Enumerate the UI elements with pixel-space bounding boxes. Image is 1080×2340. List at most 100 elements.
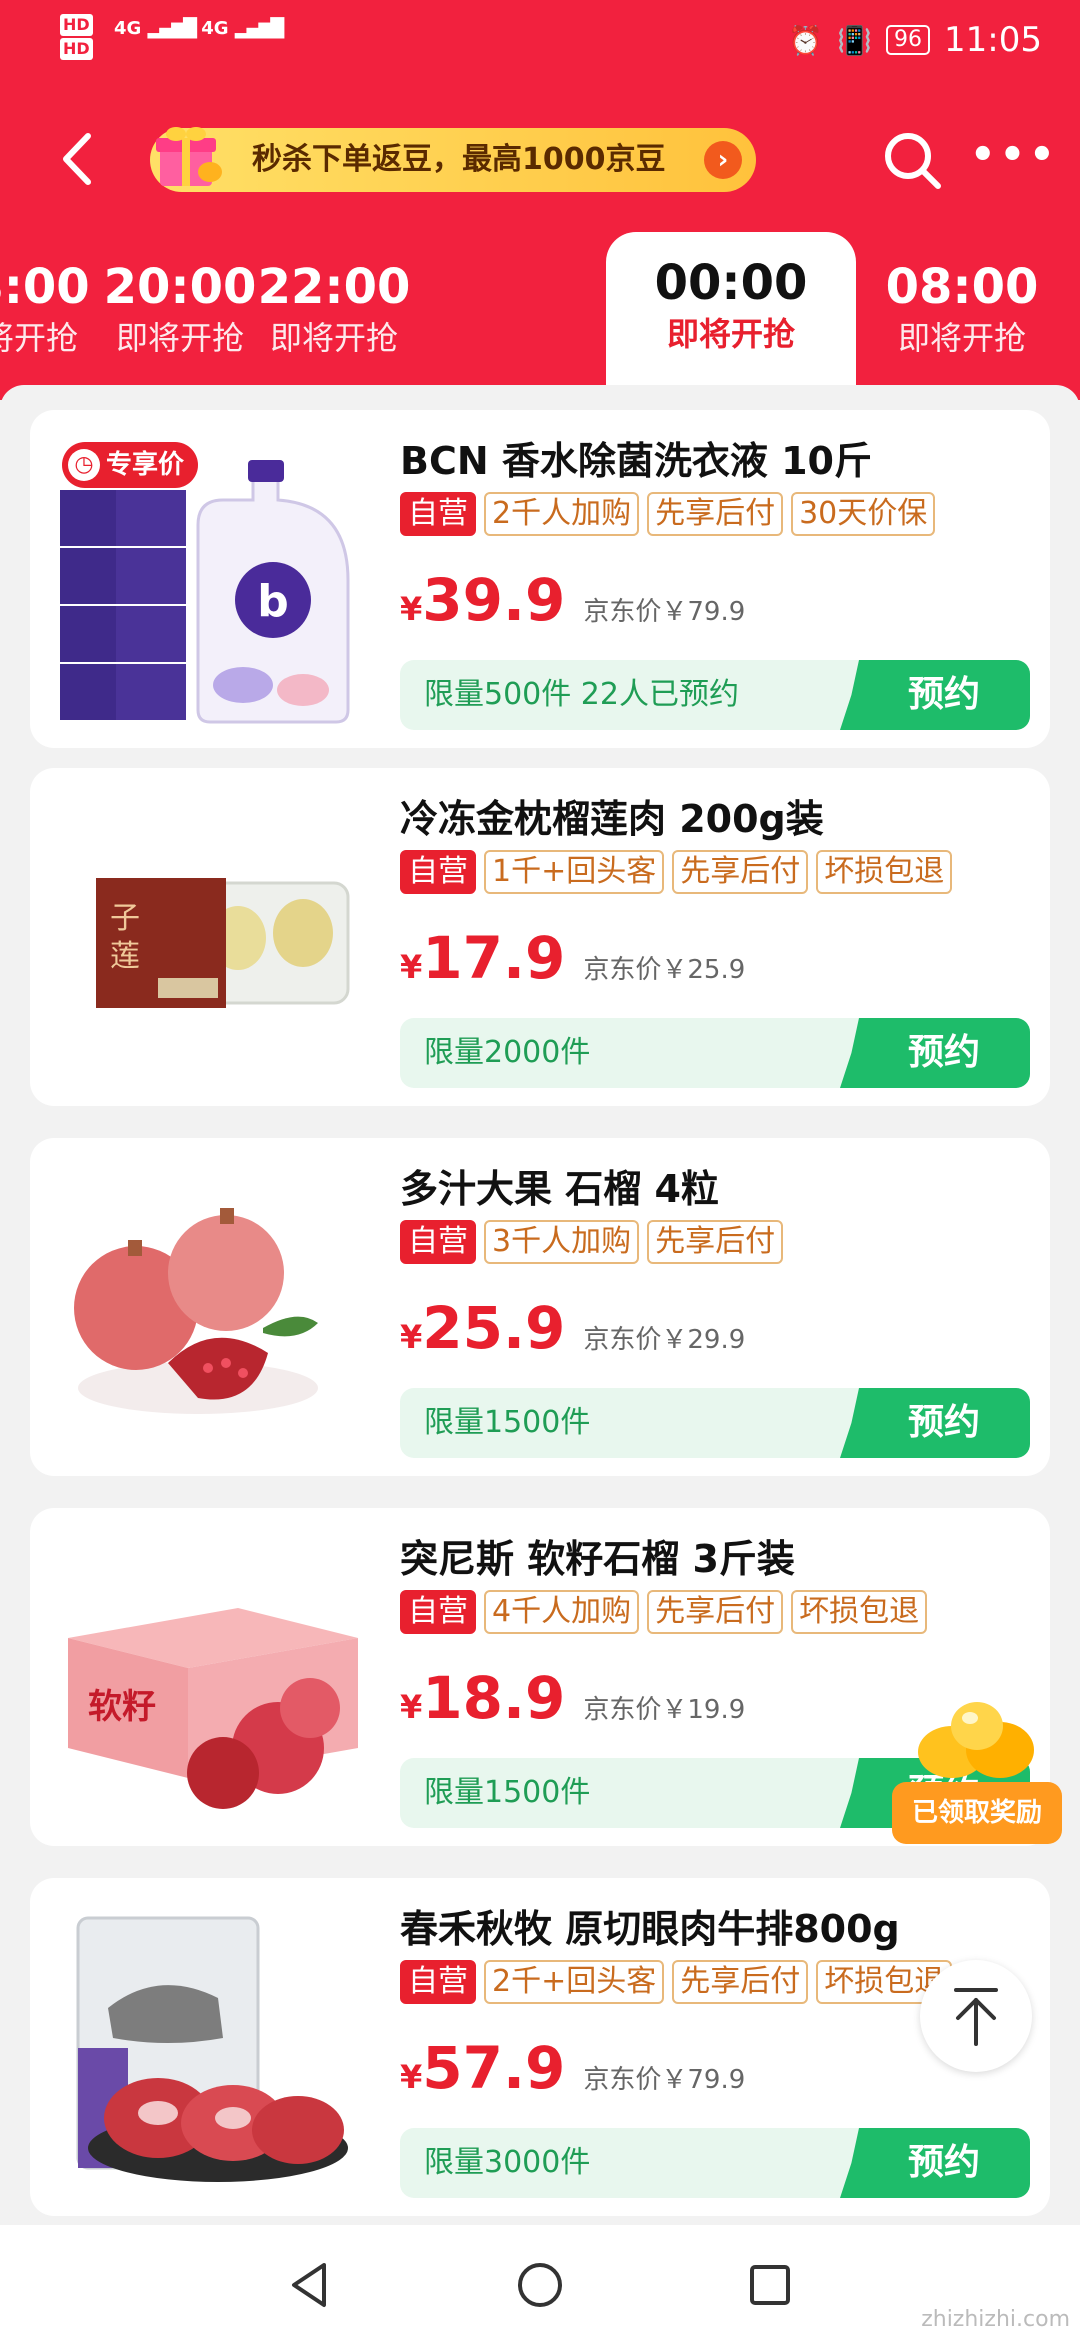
product-tags: 自营 2千+回头客 先享后付 坏损包退: [400, 1960, 953, 2004]
price-row: ¥ 18.9 京东价￥19.9: [400, 1664, 745, 1732]
tag: 坏损包退: [816, 850, 953, 894]
product-tags: 自营 4千人加购 先享后付 坏损包退: [400, 1590, 928, 1634]
currency-symbol: ¥: [400, 1318, 423, 1356]
jd-price: 京东价￥29.9: [583, 1325, 746, 1355]
promo-text: 秒杀下单返豆，最高1000京豆: [252, 142, 666, 177]
header: HD HD 4G ▂▄▆█ 4G ▂▄▆█ ⏰ 📳 96 11:05 秒杀下单返…: [0, 0, 1080, 400]
product-info: 多汁大果 石榴 4粒 自营 3千人加购 先享后付 ¥ 25.9 京东价￥29.9…: [400, 1138, 1030, 1476]
svg-text:b: b: [257, 576, 289, 627]
product-card[interactable]: ◷ 专享价 b BCN 香水除菌洗衣液 10斤 自营 2千人加购 先享后付 30…: [30, 410, 1050, 748]
product-title: 突尼斯 软籽石榴 3斤装: [400, 1537, 795, 1581]
steak-image: [48, 1898, 378, 2198]
product-card[interactable]: 多汁大果 石榴 4粒 自营 3千人加购 先享后付 ¥ 25.9 京东价￥29.9…: [30, 1138, 1050, 1476]
back-to-top-icon[interactable]: [920, 1960, 1032, 2072]
seckill-price: 17.9: [422, 924, 566, 992]
battery-level: 96: [886, 25, 931, 55]
pomegranate-box-image: 软籽: [48, 1528, 378, 1828]
reward-label: 已领取奖励: [892, 1782, 1062, 1844]
tag: 30天价保: [791, 492, 936, 536]
pomegranate-image: [48, 1158, 378, 1458]
product-title: 多汁大果 石榴 4粒: [400, 1167, 719, 1211]
nav-back-icon[interactable]: [280, 2255, 340, 2315]
tag: 先享后付: [672, 850, 809, 894]
limit-text: 限量1500件: [424, 1405, 591, 1440]
tab-time: 08:00: [885, 259, 1039, 315]
hd-badge-1: HD: [60, 14, 93, 36]
nav-home-icon[interactable]: [510, 2255, 570, 2315]
tag-self-operated: 自营: [400, 850, 476, 894]
hd-badge-2: HD: [60, 38, 93, 60]
limit-bar: 限量2000件 预约: [400, 1018, 1030, 1088]
limit-bar: 限量500件 22人已预约 预约: [400, 660, 1030, 730]
product-image: [48, 1898, 378, 2198]
navbar: 秒杀下单返豆，最高1000京豆 › •••: [0, 110, 1080, 210]
reserve-button[interactable]: 预约: [840, 1388, 1030, 1458]
jd-price: 京东价￥79.9: [583, 2065, 746, 2095]
product-tags: 自营 3千人加购 先享后付: [400, 1220, 784, 1264]
tag: 坏损包退: [791, 1590, 928, 1634]
product-card[interactable]: 子 莲 冷冻金枕榴莲肉 200g装 自营 1千+回头客 先享后付 坏损包退 ¥ …: [30, 768, 1050, 1106]
reserve-button[interactable]: 预约: [840, 1018, 1030, 1088]
svg-text:莲: 莲: [110, 939, 140, 974]
tag-self-operated: 自营: [400, 1220, 476, 1264]
price-row: ¥ 57.9 京东价￥79.9: [400, 2034, 745, 2102]
product-image: ◷ 专享价 b: [48, 430, 378, 730]
signal-label-1: 4G: [114, 18, 142, 39]
tab-time-3-active[interactable]: 00:00 即将开抢: [606, 232, 856, 400]
more-icon[interactable]: •••: [970, 130, 1055, 190]
seckill-price: 39.9: [422, 566, 566, 634]
tab-label: 即将开抢: [897, 319, 1026, 357]
search-icon[interactable]: [876, 124, 948, 196]
product-image: 软籽: [48, 1528, 378, 1828]
currency-symbol: ¥: [400, 2058, 423, 2096]
reserve-button[interactable]: 预约: [840, 660, 1030, 730]
currency-symbol: ¥: [400, 1688, 423, 1726]
tag: 先享后付: [672, 1960, 809, 2004]
tab-time-4[interactable]: 08:00 即将开抢: [862, 258, 1062, 360]
product-list: ◷ 专享价 b BCN 香水除菌洗衣液 10斤 自营 2千人加购 先享后付 30…: [0, 385, 1080, 2225]
signal-label-2: 4G: [201, 18, 229, 39]
product-title: 春禾秋牧 原切眼肉牛排800g: [400, 1907, 900, 1951]
chevron-right-icon: ›: [704, 141, 742, 179]
status-time: 11:05: [944, 20, 1042, 60]
jd-bean-icon: [918, 1702, 1034, 1778]
exclusive-badge-label: 专享价: [106, 450, 185, 480]
currency-symbol: ¥: [400, 948, 423, 986]
time-tabs: 8:00 将开抢 20:00 即将开抢 22:00 即将开抢 00:00 即将开…: [0, 230, 1080, 400]
reserve-button[interactable]: 预约: [840, 2128, 1030, 2198]
alarm-icon: ⏰: [788, 23, 824, 57]
tag: 先享后付: [647, 1590, 784, 1634]
tag: 2千人加购: [484, 492, 640, 536]
status-right: ⏰ 📳 96 11:05: [788, 20, 1042, 60]
tab-time-2[interactable]: 22:00 即将开抢: [234, 258, 434, 360]
product-image: [48, 1158, 378, 1458]
tab-time: 00:00: [654, 255, 808, 311]
limit-text: 限量500件 22人已预约: [424, 677, 739, 712]
seckill-price: 18.9: [422, 1664, 566, 1732]
back-arrow-icon[interactable]: [48, 124, 108, 194]
gift-icon: [156, 127, 222, 186]
nav-recents-icon[interactable]: [740, 2255, 800, 2315]
price-row: ¥ 25.9 京东价￥29.9: [400, 1294, 745, 1362]
product-info: BCN 香水除菌洗衣液 10斤 自营 2千人加购 先享后付 30天价保 ¥ 39…: [400, 410, 1030, 748]
svg-text:子: 子: [110, 901, 140, 936]
limit-bar: 限量1500件 预约: [400, 1388, 1030, 1458]
seckill-price: 25.9: [422, 1294, 566, 1362]
price-row: ¥ 39.9 京东价￥79.9: [400, 566, 745, 634]
tab-time: 22:00: [257, 259, 411, 315]
jd-price: 京东价￥19.9: [583, 1695, 746, 1725]
jd-price: 京东价￥25.9: [583, 955, 746, 985]
clock-icon: ◷: [68, 449, 100, 481]
promo-banner[interactable]: 秒杀下单返豆，最高1000京豆 ›: [150, 127, 756, 192]
signal-icon: 4G ▂▄▆█ 4G ▂▄▆█: [114, 18, 284, 39]
watermark: zhizhizhi.com: [921, 2307, 1070, 2332]
limit-bar: 限量3000件 预约: [400, 2128, 1030, 2198]
product-card[interactable]: 春禾秋牧 原切眼肉牛排800g 自营 2千+回头客 先享后付 坏损包退 ¥ 57…: [30, 1878, 1050, 2216]
reward-float[interactable]: 已领取奖励: [892, 1702, 1062, 1852]
tag: 先享后付: [647, 492, 784, 536]
seckill-price: 57.9: [422, 2034, 566, 2102]
product-title: BCN 香水除菌洗衣液 10斤: [400, 439, 872, 483]
currency-symbol: ¥: [400, 590, 423, 628]
tag: 1千+回头客: [484, 850, 665, 894]
svg-text:软籽: 软籽: [88, 1687, 156, 1727]
